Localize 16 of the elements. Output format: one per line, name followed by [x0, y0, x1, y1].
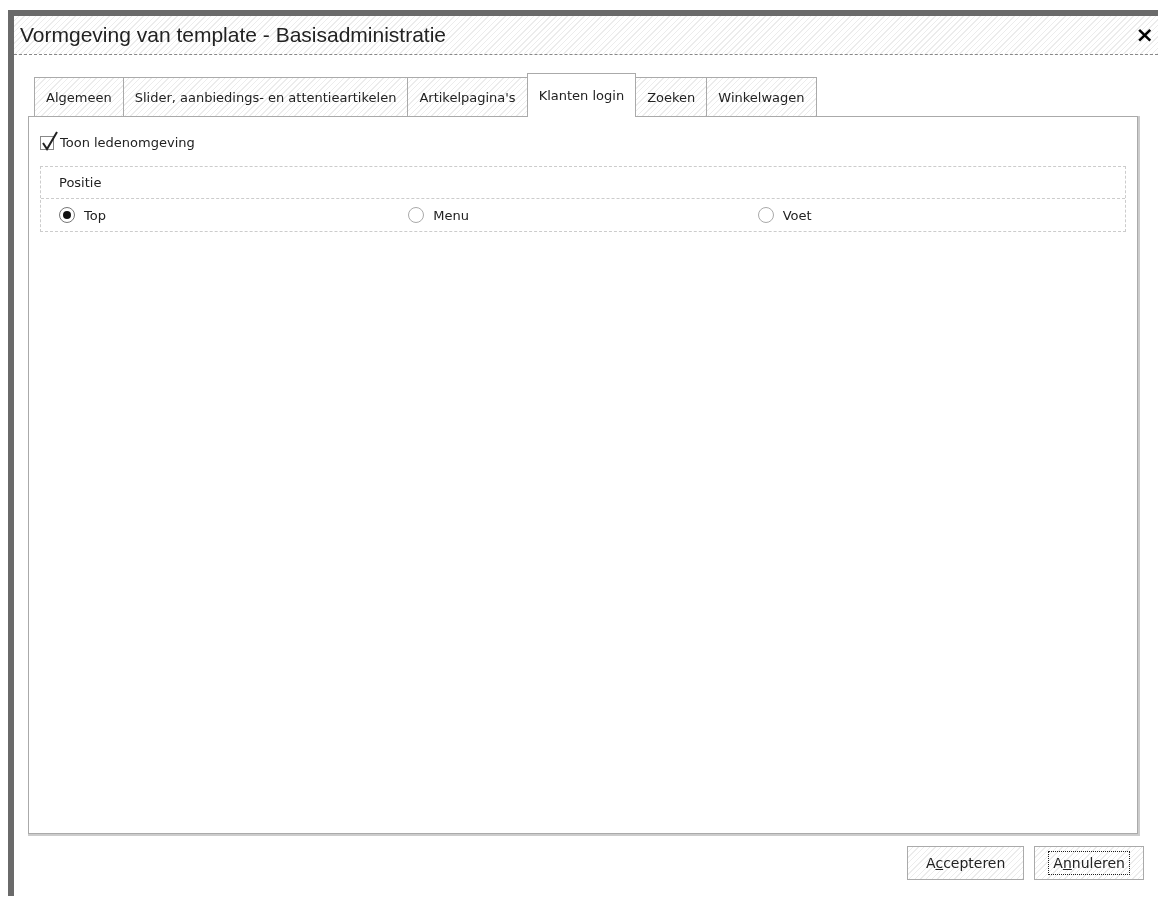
tab[interactable]: Zoeken [635, 77, 708, 116]
window-title: Vormgeving van template - Basisadministratie [20, 23, 447, 47]
cancel-button[interactable]: Annuleren [1034, 846, 1144, 880]
tab[interactable]: Slider, aanbiedings- en attentieartikelen [122, 77, 409, 116]
checkmark-icon [41, 130, 59, 151]
group-title: Positie [41, 167, 1125, 199]
close-button[interactable]: × [1135, 24, 1154, 46]
tab[interactable]: Winkelwagen [706, 77, 817, 116]
tab[interactable]: Algemeen [34, 77, 124, 116]
radio-button[interactable]: Voet [757, 207, 1107, 223]
checkbox[interactable]: Toon ledenomgeving [40, 135, 195, 150]
radio-button[interactable]: Top [59, 207, 409, 223]
accept-button[interactable]: Accepteren [907, 846, 1025, 880]
radio-button[interactable]: Menu [408, 207, 758, 223]
tab[interactable]: Artikelpagina's [407, 77, 528, 116]
tab[interactable]: Klanten login [526, 73, 637, 117]
